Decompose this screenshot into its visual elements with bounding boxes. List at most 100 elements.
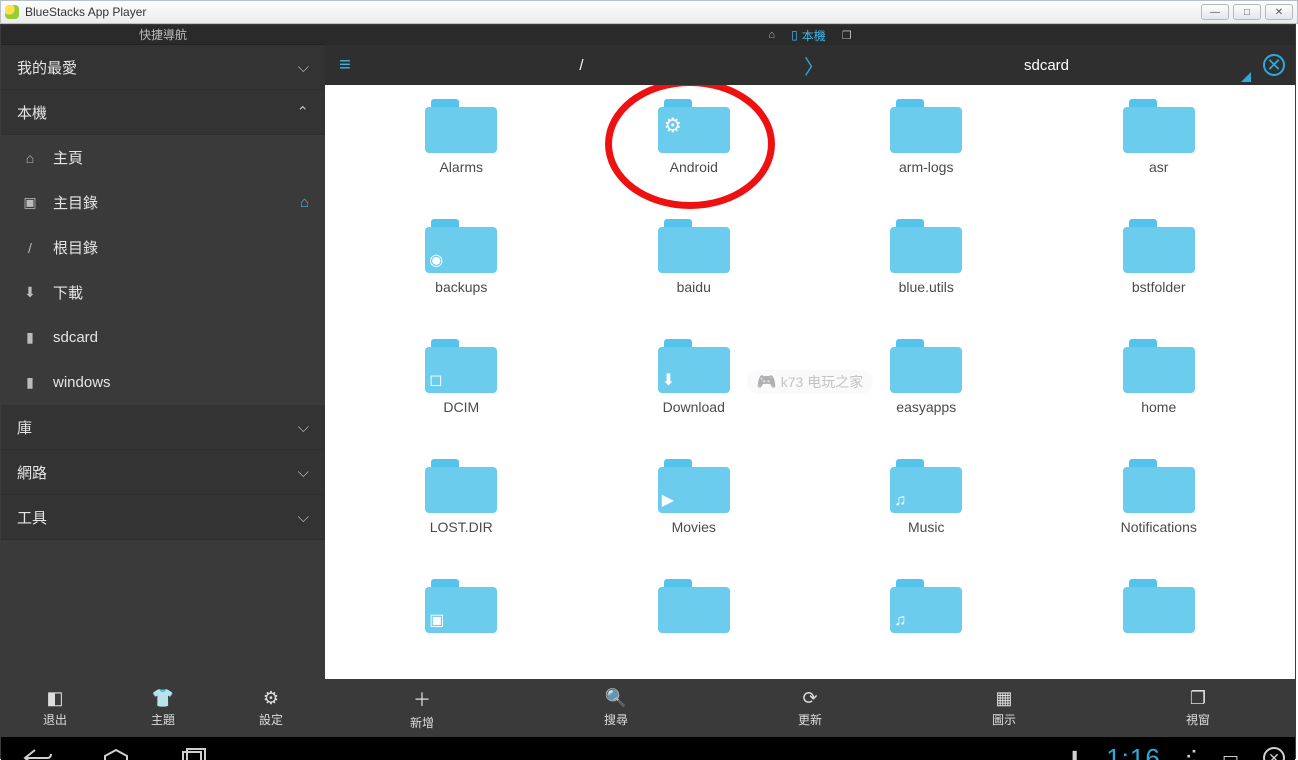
sidebar-item-root[interactable]: /根目錄 (1, 225, 325, 270)
folder-icon (1123, 579, 1195, 633)
folder-music[interactable]: ♫Music (890, 453, 962, 535)
sidebar-section-tools[interactable]: 工具⌵ (1, 495, 325, 540)
sidebar-section-local[interactable]: 本機 ⌃ (1, 90, 325, 135)
sidebar-section-network[interactable]: 網路⌵ (1, 450, 325, 495)
slash-icon: / (21, 240, 39, 256)
folder-badge-icon: ◉ (429, 250, 443, 270)
grid-icon: ▦ (995, 688, 1012, 709)
view-button[interactable]: ▦圖示 (907, 679, 1101, 737)
folder-label: Movies (672, 519, 716, 535)
folder-icon: ◻ (425, 339, 497, 393)
sidebar-title: 快捷導航 (1, 25, 325, 45)
sidebar-section-label: 我的最愛 (17, 57, 77, 78)
chevron-down-icon: ⌵ (298, 464, 309, 481)
close-icon: ✕ (1268, 750, 1280, 760)
folder-icon: ▣ (425, 579, 497, 633)
folder-badge-icon: ◻ (429, 370, 442, 390)
folder-arm-logs[interactable]: arm-logs (890, 93, 962, 175)
folder-download[interactable]: ⬇Download (658, 333, 730, 415)
folder-label: asr (1149, 159, 1168, 175)
sidebar-item-maindir[interactable]: ▣主目錄⌂ (1, 180, 325, 225)
nav-back-button[interactable] (11, 743, 65, 760)
fm-toolbar: ◧退出 👕主題 ⚙ 設定 ＋新增 🔍搜尋 ⟳更新 ▦圖示 ❐視窗 (1, 679, 1295, 737)
sidebar-section-label: 本機 (17, 102, 47, 123)
menu-icon: ≡ (339, 54, 351, 76)
folder-baidu[interactable]: baidu (658, 213, 730, 295)
folder-backups[interactable]: ◉ backups (425, 213, 497, 295)
gear-icon: ⚙ (664, 113, 682, 138)
folder-label: Android (670, 159, 718, 175)
folder-icon (425, 459, 497, 513)
download-status-icon[interactable]: ⬇ (1067, 748, 1082, 760)
btn-label: 退出 (43, 711, 67, 728)
folder-dcim[interactable]: ◻DCIM (425, 333, 497, 415)
menu-button[interactable]: ≡ (325, 54, 365, 77)
nav-close-button[interactable]: ✕ (1263, 747, 1285, 760)
breadcrumb-seg-sdcard[interactable]: sdcard (830, 57, 1263, 74)
fullscreen-icon[interactable]: ▭ (1222, 748, 1239, 760)
tab-home[interactable]: ⌂ (760, 29, 783, 41)
sidebar-item-sdcard[interactable]: ▮sdcard (1, 315, 325, 360)
close-icon: ✕ (1266, 55, 1281, 75)
gear-icon: ⚙ (263, 688, 279, 709)
sidebar-section-label: 庫 (17, 417, 32, 438)
home-highlight-icon: ⌂ (300, 194, 309, 211)
watermark: 🎮k73 电玩之家 (747, 370, 873, 394)
refresh-button[interactable]: ⟳更新 (713, 679, 907, 737)
folder-lost-dir[interactable]: LOST.DIR (425, 453, 497, 535)
dropdown-triangle-icon[interactable] (1241, 72, 1251, 82)
folder-alarms[interactable]: Alarms (425, 93, 497, 175)
nav-recent-button[interactable] (167, 743, 221, 760)
sidebar-section-library[interactable]: 庫⌵ (1, 405, 325, 450)
folder-easyapps[interactable]: easyapps (890, 333, 962, 415)
window-maximize-button[interactable]: □ (1233, 4, 1261, 20)
folder-bstfolder[interactable]: bstfolder (1123, 213, 1195, 295)
btn-label: 主題 (151, 711, 175, 728)
folder-item19[interactable] (1123, 573, 1195, 639)
btn-label: 視窗 (1186, 711, 1210, 728)
folder-android[interactable]: ⚙ Android (658, 93, 730, 175)
settings-button[interactable]: ⚙ 設定 (217, 679, 325, 737)
folder-label: Notifications (1121, 519, 1197, 535)
sidebar-item-windows[interactable]: ▮windows (1, 360, 325, 405)
folder-movies[interactable]: ▶Movies (658, 453, 730, 535)
tab-local[interactable]: ▯本機 (783, 27, 834, 44)
folder-label: easyapps (896, 399, 956, 415)
sidebar-item-label: windows (53, 374, 111, 391)
folder-icon (425, 99, 497, 153)
sidebar-section-favorites[interactable]: 我的最愛 ⌵ (1, 45, 325, 90)
chevron-down-icon: ⌵ (298, 509, 309, 526)
close-button[interactable]: ✕ (1263, 54, 1285, 76)
app-frame: 快捷導航 ⌂ ▯本機 ❐ 我的最愛 ⌵ 本機 ⌃ ⌂主頁 ▣主目錄⌂ /根目錄 … (0, 24, 1296, 759)
sidebar-item-home[interactable]: ⌂主頁 (1, 135, 325, 180)
sidebar: 我的最愛 ⌵ 本機 ⌃ ⌂主頁 ▣主目錄⌂ /根目錄 ⬇下載 ▮sdcard ▮… (1, 45, 325, 679)
chevron-up-icon: ⌃ (296, 103, 309, 121)
phone-icon: ▯ (791, 28, 798, 42)
folder-blue-utils[interactable]: blue.utils (890, 213, 962, 295)
folder-icon (1123, 339, 1195, 393)
folder-label: backups (435, 279, 487, 295)
window-button[interactable]: ❐視窗 (1101, 679, 1295, 737)
share-icon[interactable]: ⠪ (1185, 748, 1198, 760)
btn-label: 設定 (259, 711, 283, 728)
folder-grid: 🎮k73 电玩之家 Alarms ⚙ Android arm-logs asr ◉ back… (325, 85, 1295, 679)
tab-windows[interactable]: ❐ (834, 29, 860, 42)
window-close-button[interactable]: ✕ (1265, 4, 1293, 20)
folder-item17[interactable] (658, 573, 730, 639)
search-button[interactable]: 🔍搜尋 (519, 679, 713, 737)
sidebar-item-label: 下載 (53, 282, 83, 303)
folder-item16[interactable]: ▣ (425, 573, 497, 639)
window-minimize-button[interactable]: — (1201, 4, 1229, 20)
theme-button[interactable]: 👕主題 (109, 679, 217, 737)
folder-asr[interactable]: asr (1123, 93, 1195, 175)
exit-button[interactable]: ◧退出 (1, 679, 109, 737)
folder-item18[interactable]: ♫ (890, 573, 962, 639)
sidebar-item-download[interactable]: ⬇下載 (1, 270, 325, 315)
android-navbar: ⬇ 1:16 ⠪ ▭ ✕ (1, 737, 1295, 760)
folder-notifications[interactable]: Notifications (1121, 453, 1197, 535)
folder-icon (1123, 219, 1195, 273)
nav-home-button[interactable] (89, 743, 143, 760)
new-button[interactable]: ＋新增 (325, 679, 519, 737)
breadcrumb-seg-root[interactable]: / (365, 57, 798, 74)
folder-home[interactable]: home (1123, 333, 1195, 415)
